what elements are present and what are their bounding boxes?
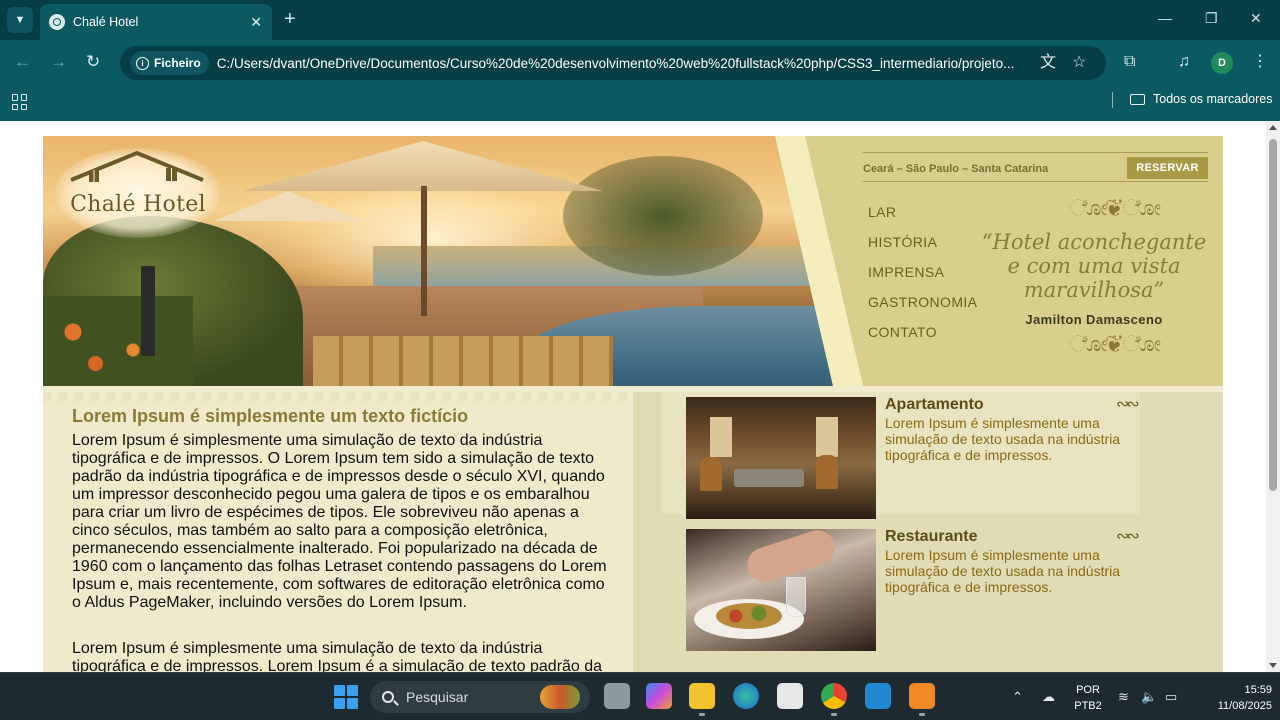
locations-text: Ceará – São Paulo – Santa Catarina — [863, 163, 1049, 175]
address-bar[interactable]: i Ficheiro C:/Users/dvant/OneDrive/Docum… — [120, 46, 1106, 80]
scrollbar-thumb[interactable] — [1269, 139, 1277, 491]
nav-item-historia[interactable]: HISTÓRIA — [868, 234, 977, 264]
guest-quote: “Hotel aconchegante e com uma vista mara… — [981, 230, 1207, 302]
browser-toolbar: ← → ↻ i Ficheiro C:/Users/dvant/OneDrive… — [0, 40, 1280, 86]
search-icon — [382, 691, 394, 703]
page-scrollbar[interactable] — [1266, 121, 1280, 672]
page-viewport: Chalé Hotel Ceará – São Paulo – Santa Ca… — [0, 121, 1266, 672]
battery-icon[interactable]: ▭ — [1165, 689, 1177, 705]
scroll-up-icon[interactable] — [1269, 125, 1277, 130]
nav-item-gastronomia[interactable]: GASTRONOMIA — [868, 294, 977, 324]
apps-grid-icon[interactable] — [12, 94, 28, 110]
task-view-icon[interactable] — [604, 683, 630, 709]
tab-chale-hotel[interactable]: Chalé Hotel ✕ — [40, 4, 272, 40]
url-text[interactable]: C:/Users/dvant/OneDrive/Documentos/Curso… — [217, 56, 1037, 71]
nav-item-contato[interactable]: CONTATO — [868, 324, 977, 354]
bookmarks-divider — [1112, 92, 1113, 108]
header-panel: Ceará – São Paulo – Santa Catarina RESER… — [775, 136, 1223, 386]
reload-button[interactable]: ↻ — [86, 52, 100, 72]
globe-icon — [49, 14, 65, 30]
house-roof-icon — [70, 150, 204, 182]
bookmark-star-icon[interactable]: ☆ — [1072, 54, 1086, 72]
volume-icon[interactable]: 🔈 — [1141, 689, 1157, 705]
all-bookmarks-label: Todos os marcadores — [1153, 92, 1273, 106]
nav-item-lar[interactable]: LAR — [868, 204, 977, 234]
more-menu-icon[interactable]: ⋮ — [1252, 52, 1268, 72]
room-card-apartamento[interactable]: Apartamento Lorem Ipsum é simplesmente u… — [662, 392, 1140, 519]
folder-icon — [1130, 93, 1145, 105]
nav-item-imprensa[interactable]: IMPRENSA — [868, 264, 977, 294]
translate-icon[interactable]: 文 — [1040, 54, 1056, 72]
swirl-icon: ∾∾ — [1116, 528, 1140, 545]
all-bookmarks-button[interactable]: Todos os marcadores — [1130, 92, 1273, 106]
apartment-photo — [686, 397, 876, 519]
input-language[interactable]: POR PTB2 — [1066, 682, 1110, 714]
article-paragraph-2: Lorem Ipsum é simplesmente uma simulação… — [72, 640, 603, 672]
ornament-bottom-icon: ೋ❦ೋ — [1069, 332, 1161, 357]
clock-time: 15:59 — [1244, 684, 1272, 696]
windows-taskbar: Pesquisar ⌃ ☁ POR PTB2 ≋ 🔈 ▭ 15:59 11/08… — [0, 672, 1280, 720]
scroll-down-icon[interactable] — [1269, 663, 1277, 668]
profile-avatar[interactable]: D — [1211, 52, 1233, 74]
search-label: Pesquisar — [406, 689, 469, 705]
swirl-icon: ∾∾ — [1116, 396, 1140, 413]
close-icon[interactable]: ✕ — [250, 14, 262, 31]
wifi-icon[interactable]: ≋ — [1118, 689, 1129, 705]
vscode-icon[interactable] — [865, 683, 891, 709]
back-button[interactable]: ← — [14, 52, 31, 72]
extensions-icon[interactable]: ⧉ — [1124, 52, 1135, 72]
file-explorer-icon[interactable] — [689, 683, 715, 716]
clock-date: 11/08/2025 — [1217, 700, 1272, 712]
new-tab-button[interactable]: + — [284, 9, 296, 29]
chevron-up-icon[interactable]: ⌃ — [1012, 689, 1023, 705]
ornament-top-icon: ೋ❦ೋ — [1069, 196, 1161, 221]
article-section: Lorem Ipsum é simplesmente um texto fict… — [43, 392, 633, 672]
room-description: Lorem Ipsum é simplesmente uma simulação… — [885, 415, 1121, 463]
restaurant-photo — [686, 529, 876, 651]
sublime-text-icon[interactable] — [909, 683, 935, 716]
restore-button[interactable]: ❐ — [1205, 10, 1218, 27]
media-control-icon[interactable]: ♫ — [1178, 52, 1190, 72]
logo-text: Chalé Hotel — [70, 192, 206, 217]
site-info-label: Ficheiro — [154, 56, 201, 70]
rooms-sidebar: Apartamento Lorem Ipsum é simplesmente u… — [662, 392, 1223, 672]
room-card-restaurante[interactable]: Restaurante Lorem Ipsum é simplesmente u… — [662, 524, 1140, 651]
search-highlight-icon — [540, 685, 580, 709]
store-icon[interactable] — [777, 683, 803, 709]
room-description: Lorem Ipsum é simplesmente uma simulação… — [885, 547, 1121, 595]
main-nav: LAR HISTÓRIA IMPRENSA GASTRONOMIA CONTAT… — [868, 204, 977, 354]
cloud-error-icon[interactable]: ☁ — [1042, 689, 1055, 705]
tab-search-button[interactable]: ▼ — [7, 7, 33, 33]
room-title: Restaurante — [885, 528, 978, 545]
tab-title: Chalé Hotel — [73, 15, 139, 29]
site-container: Chalé Hotel Ceará – São Paulo – Santa Ca… — [43, 136, 1223, 672]
info-icon: i — [136, 56, 149, 70]
reserve-button[interactable]: RESERVAR — [1127, 157, 1208, 179]
forward-button[interactable]: → — [50, 52, 67, 72]
article-title: Lorem Ipsum é simplesmente um texto fict… — [72, 406, 469, 426]
copilot-icon[interactable] — [646, 683, 672, 709]
keyboard-layout: PTB2 — [1074, 700, 1102, 712]
tab-strip: ▼ Chalé Hotel ✕ + — ❐ ✕ — [0, 0, 1280, 40]
chrome-icon[interactable] — [821, 683, 847, 716]
site-info-chip[interactable]: i Ficheiro — [130, 51, 209, 75]
system-clock[interactable]: 15:59 11/08/2025 — [1192, 682, 1272, 714]
chevron-down-icon: ▼ — [14, 14, 26, 26]
quote-author: Jamilton Damasceno — [1025, 312, 1163, 327]
room-title: Apartamento — [885, 396, 984, 413]
hotel-logo[interactable]: Chalé Hotel — [55, 148, 220, 238]
taskbar-search[interactable]: Pesquisar — [370, 681, 590, 713]
minimize-button[interactable]: — — [1158, 10, 1172, 26]
language-code: POR — [1076, 684, 1100, 696]
windows-start-icon[interactable] — [334, 685, 358, 709]
edge-icon[interactable] — [733, 683, 759, 709]
article-paragraph-1: Lorem Ipsum é simplesmente uma simulação… — [72, 432, 607, 611]
close-window-button[interactable]: ✕ — [1250, 10, 1262, 27]
bookmarks-bar: Todos os marcadores — [0, 86, 1280, 121]
